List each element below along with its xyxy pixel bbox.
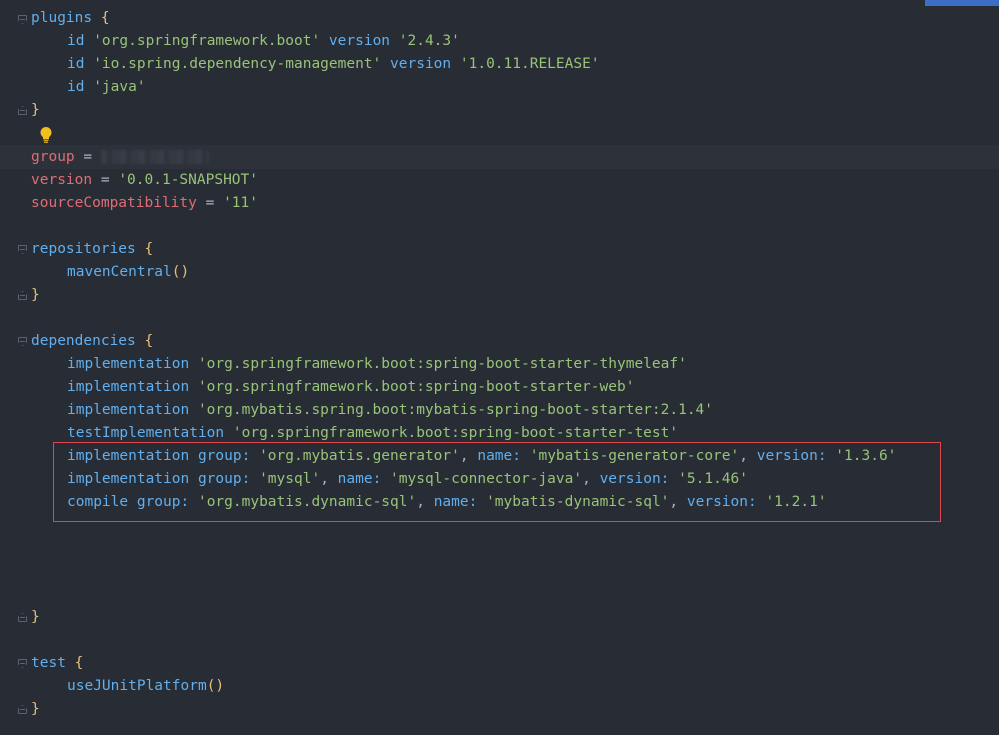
close-brace: } [31, 287, 40, 303]
code-line[interactable]: id 'io.spring.dependency-management' ver… [31, 53, 600, 76]
block-keyword: repositories [31, 241, 136, 257]
block-keyword: test [31, 655, 66, 671]
plugin-version-string: '2.4.3' [398, 33, 460, 49]
close-brace: } [31, 701, 40, 717]
code-line[interactable]: plugins { [31, 7, 110, 30]
code-line[interactable]: version = '0.0.1-SNAPSHOT' [31, 169, 258, 192]
code-line[interactable]: id 'java' [31, 76, 146, 99]
method-call: useJUnitPlatform [67, 678, 207, 694]
dependency-coordinate: 'org.mybatis.spring.boot:mybatis-spring-… [197, 402, 714, 418]
property-value: '0.0.1-SNAPSHOT' [118, 172, 258, 188]
dependency-config: implementation [67, 356, 190, 372]
code-line[interactable]: implementation 'org.mybatis.spring.boot:… [31, 399, 713, 422]
property-name: sourceCompatibility [31, 195, 197, 211]
plugin-id-string: 'io.spring.dependency-management' [93, 56, 382, 72]
parens: () [171, 264, 190, 280]
plugin-id-keyword: id [67, 33, 85, 49]
plugin-id-string: 'org.springframework.boot' [93, 33, 321, 49]
editor-tab[interactable] [0, 0, 968, 6]
dependency-config: testImplementation [67, 425, 225, 441]
open-brace: { [144, 241, 154, 257]
code-line[interactable]: repositories { [31, 238, 153, 261]
plugin-version-string: '1.0.11.RELEASE' [459, 56, 600, 72]
code-editor[interactable]: plugins { id 'org.springframework.boot' … [0, 0, 999, 735]
code-line[interactable]: mavenCentral() [31, 261, 189, 284]
assign-operator: = [205, 195, 215, 211]
code-line[interactable]: test { [31, 652, 83, 675]
block-keyword: dependencies [31, 333, 136, 349]
code-line[interactable]: useJUnitPlatform() [31, 675, 224, 698]
assign-operator: = [100, 172, 110, 188]
code-line[interactable]: } [31, 698, 40, 721]
open-brace: { [144, 333, 154, 349]
dependency-coordinate: 'org.springframework.boot:spring-boot-st… [197, 379, 635, 395]
code-line[interactable]: group = [31, 146, 209, 169]
dependency-coordinate: 'org.springframework.boot:spring-boot-st… [232, 425, 679, 441]
code-line[interactable]: } [31, 99, 40, 122]
plugin-id-keyword: id [67, 56, 85, 72]
redacted-value [100, 150, 209, 164]
assign-operator: = [83, 149, 93, 165]
open-brace: { [100, 10, 110, 26]
block-keyword: plugins [31, 10, 93, 26]
plugin-version-keyword: version [328, 33, 391, 49]
close-brace: } [31, 102, 40, 118]
active-tab-indicator [925, 0, 999, 6]
editor-tab-bar [0, 0, 999, 6]
property-value: '11' [223, 195, 258, 211]
lightbulb-icon[interactable] [39, 126, 53, 144]
close-brace: } [31, 609, 40, 625]
open-brace: { [74, 655, 84, 671]
dependency-coordinate: 'org.springframework.boot:spring-boot-st… [197, 356, 687, 372]
property-name: version [31, 172, 93, 188]
code-line[interactable]: dependencies { [31, 330, 153, 353]
plugin-id-string: 'java' [93, 79, 146, 95]
plugin-id-keyword: id [67, 79, 85, 95]
code-line[interactable]: implementation 'org.springframework.boot… [31, 353, 687, 376]
code-line[interactable]: implementation 'org.springframework.boot… [31, 376, 634, 399]
dependency-config: implementation [67, 379, 190, 395]
dependency-config: implementation [67, 402, 190, 418]
parens: () [206, 678, 225, 694]
annotation-highlight-box [53, 442, 941, 522]
code-line[interactable]: id 'org.springframework.boot' version '2… [31, 30, 460, 53]
property-name: group [31, 149, 75, 165]
code-line[interactable]: } [31, 606, 40, 629]
method-call: mavenCentral [67, 264, 172, 280]
plugin-version-keyword: version [390, 56, 452, 72]
code-line[interactable]: sourceCompatibility = '11' [31, 192, 258, 215]
code-line[interactable]: } [31, 284, 40, 307]
